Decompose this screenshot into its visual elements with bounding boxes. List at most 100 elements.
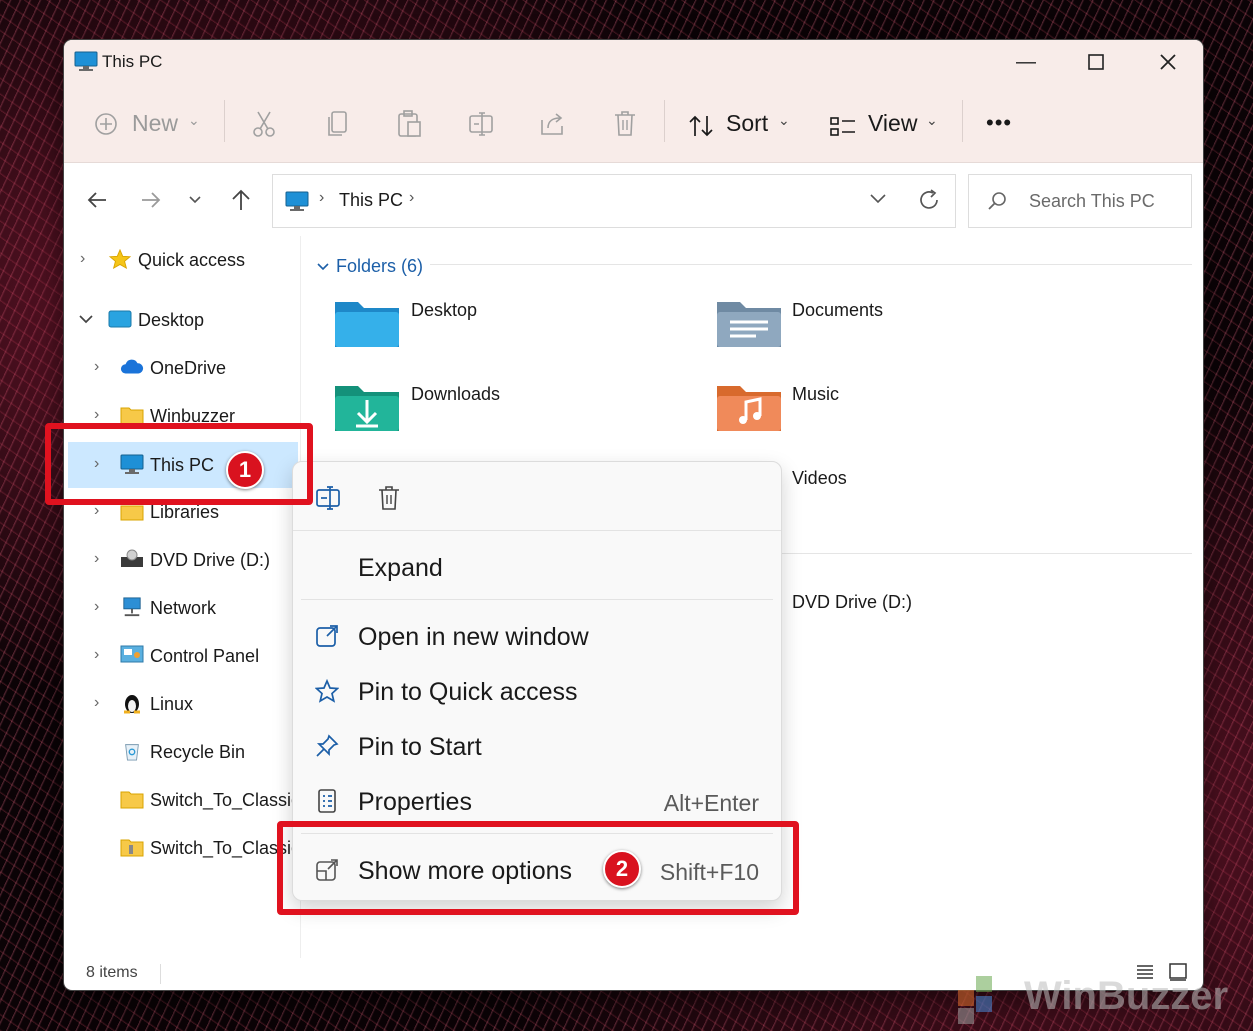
breadcrumb-chevron-icon: › [319, 189, 325, 206]
plus-circle-icon [95, 113, 117, 135]
refresh-icon[interactable] [917, 188, 941, 212]
title-bar: This PC — [64, 40, 1203, 82]
chevron-down-icon[interactable] [78, 314, 94, 324]
rename-icon[interactable] [315, 486, 343, 510]
chevron-right-icon[interactable]: › [80, 250, 85, 268]
recent-locations-chevron-icon[interactable] [188, 195, 202, 205]
zip-folder-icon [120, 839, 144, 857]
breadcrumb-chevron-icon[interactable]: › [409, 189, 414, 207]
back-arrow-icon[interactable] [86, 190, 108, 210]
toolbar-separator [664, 100, 665, 142]
menu-item-pin-to-start[interactable]: Pin to Start [293, 721, 781, 771]
open-in-new-window-icon [316, 625, 338, 647]
cut-icon[interactable] [252, 110, 276, 138]
menu-separator [293, 530, 781, 531]
navigation-pane: › Quick access Desktop › OneDrive › Winb… [64, 236, 300, 958]
this-pc-icon [285, 191, 309, 211]
status-separator [160, 964, 161, 984]
annotation-badge-1: 1 [226, 451, 264, 489]
properties-shortcut: Alt+Enter [663, 790, 759, 816]
this-pc-icon [74, 51, 98, 71]
properties-icon [318, 789, 336, 813]
rename-icon[interactable] [468, 112, 496, 136]
search-input[interactable]: Search This PC [1029, 191, 1155, 212]
chevron-right-icon[interactable]: › [94, 646, 99, 664]
sidebar-item-network[interactable]: › Network [64, 588, 300, 628]
network-icon [123, 597, 141, 617]
folder-item-desktop[interactable]: Desktop [334, 296, 694, 352]
recycle-bin-icon [125, 744, 139, 761]
menu-separator [301, 599, 773, 600]
sidebar-item-linux[interactable]: › Linux [64, 684, 300, 724]
address-bar[interactable]: › This PC › [272, 174, 956, 228]
chevron-down-icon: ⌄ [926, 112, 938, 128]
sidebar-item-dvd-drive[interactable]: › DVD Drive (D:) [64, 540, 300, 580]
section-divider [430, 264, 1192, 265]
menu-item-pin-to-quick-access[interactable]: Pin to Quick access [293, 666, 781, 716]
watermark-text: WinBuzzer [1024, 974, 1229, 1018]
music-folder-icon [717, 386, 781, 431]
chevron-right-icon[interactable]: › [94, 694, 99, 712]
minimize-button[interactable]: — [1014, 50, 1038, 74]
sidebar-item-quick-access[interactable]: › Quick access [64, 240, 300, 280]
breadcrumb-this-pc[interactable]: This PC [339, 190, 403, 211]
folder-item-documents[interactable]: Documents [716, 296, 1076, 352]
control-panel-icon [120, 645, 144, 663]
sidebar-item-recycle-bin[interactable]: Recycle Bin [64, 732, 300, 772]
close-button[interactable] [1156, 50, 1180, 74]
star-icon [108, 249, 132, 269]
chevron-right-icon[interactable]: › [94, 358, 99, 376]
maximize-icon [1088, 54, 1104, 70]
items-count: 8 items [86, 964, 138, 981]
winbuzzer-watermark: WinBuzzer [950, 968, 1250, 1028]
section-divider [780, 553, 1192, 554]
sort-label: Sort [726, 110, 769, 136]
sort-icon [689, 115, 713, 137]
folder-item-music[interactable]: Music [716, 380, 1076, 436]
maximize-button[interactable] [1084, 50, 1108, 74]
chevron-down-icon: ⌄ [188, 112, 200, 128]
sidebar-item-control-panel[interactable]: › Control Panel [64, 636, 300, 676]
linux-penguin-icon [124, 695, 140, 714]
folder-item-downloads[interactable]: Downloads [334, 380, 694, 436]
more-options-button[interactable]: ••• [986, 110, 1012, 136]
delete-icon[interactable] [614, 110, 636, 138]
desktop-folder-icon [335, 302, 399, 347]
address-dropdown-icon[interactable] [869, 193, 887, 205]
menu-item-open-in-new-window[interactable]: Open in new window [293, 611, 781, 661]
view-label: View [868, 110, 918, 136]
downloads-folder-icon [335, 386, 399, 431]
new-label: New [132, 110, 179, 136]
chevron-right-icon[interactable]: › [94, 406, 99, 424]
close-icon [1160, 54, 1176, 70]
sidebar-item-desktop[interactable]: Desktop [64, 300, 300, 340]
sidebar-item-onedrive[interactable]: › OneDrive [64, 348, 300, 388]
search-box[interactable]: Search This PC [968, 174, 1192, 228]
toolbar-separator [962, 100, 963, 142]
forward-arrow-icon[interactable] [140, 190, 162, 210]
sidebar-item-switch-to-classic-1[interactable]: Switch_To_Classic_ [64, 780, 300, 820]
up-arrow-icon[interactable] [230, 188, 252, 212]
menu-item-expand[interactable]: Expand [293, 542, 781, 592]
chevron-right-icon[interactable]: › [94, 598, 99, 616]
desktop-folder-icon [108, 310, 132, 328]
command-bar: New ⌄ Sort ⌄ View ⌄ ••• [64, 82, 1203, 163]
sidebar-item-switch-to-classic-2[interactable]: Switch_To_Classic_ [64, 828, 300, 868]
view-icon [830, 117, 855, 136]
chevron-down-icon: ⌄ [778, 112, 790, 128]
toolbar-separator [224, 100, 225, 142]
chevron-right-icon[interactable]: › [94, 550, 99, 568]
copy-icon[interactable] [326, 110, 350, 138]
menu-item-properties[interactable]: Properties Alt+Enter [293, 776, 781, 826]
window-title: This PC [102, 52, 163, 71]
chevron-down-icon [317, 263, 329, 271]
share-icon[interactable] [540, 112, 566, 136]
annotation-highlight-show-more-options [277, 821, 799, 915]
winbuzzer-logo-icon [958, 976, 992, 1024]
paste-icon[interactable] [396, 110, 422, 138]
delete-icon[interactable] [378, 485, 400, 511]
annotation-highlight-this-pc [45, 423, 313, 505]
folder-icon [120, 791, 144, 809]
pin-icon [316, 734, 339, 757]
annotation-badge-2: 2 [603, 850, 641, 888]
